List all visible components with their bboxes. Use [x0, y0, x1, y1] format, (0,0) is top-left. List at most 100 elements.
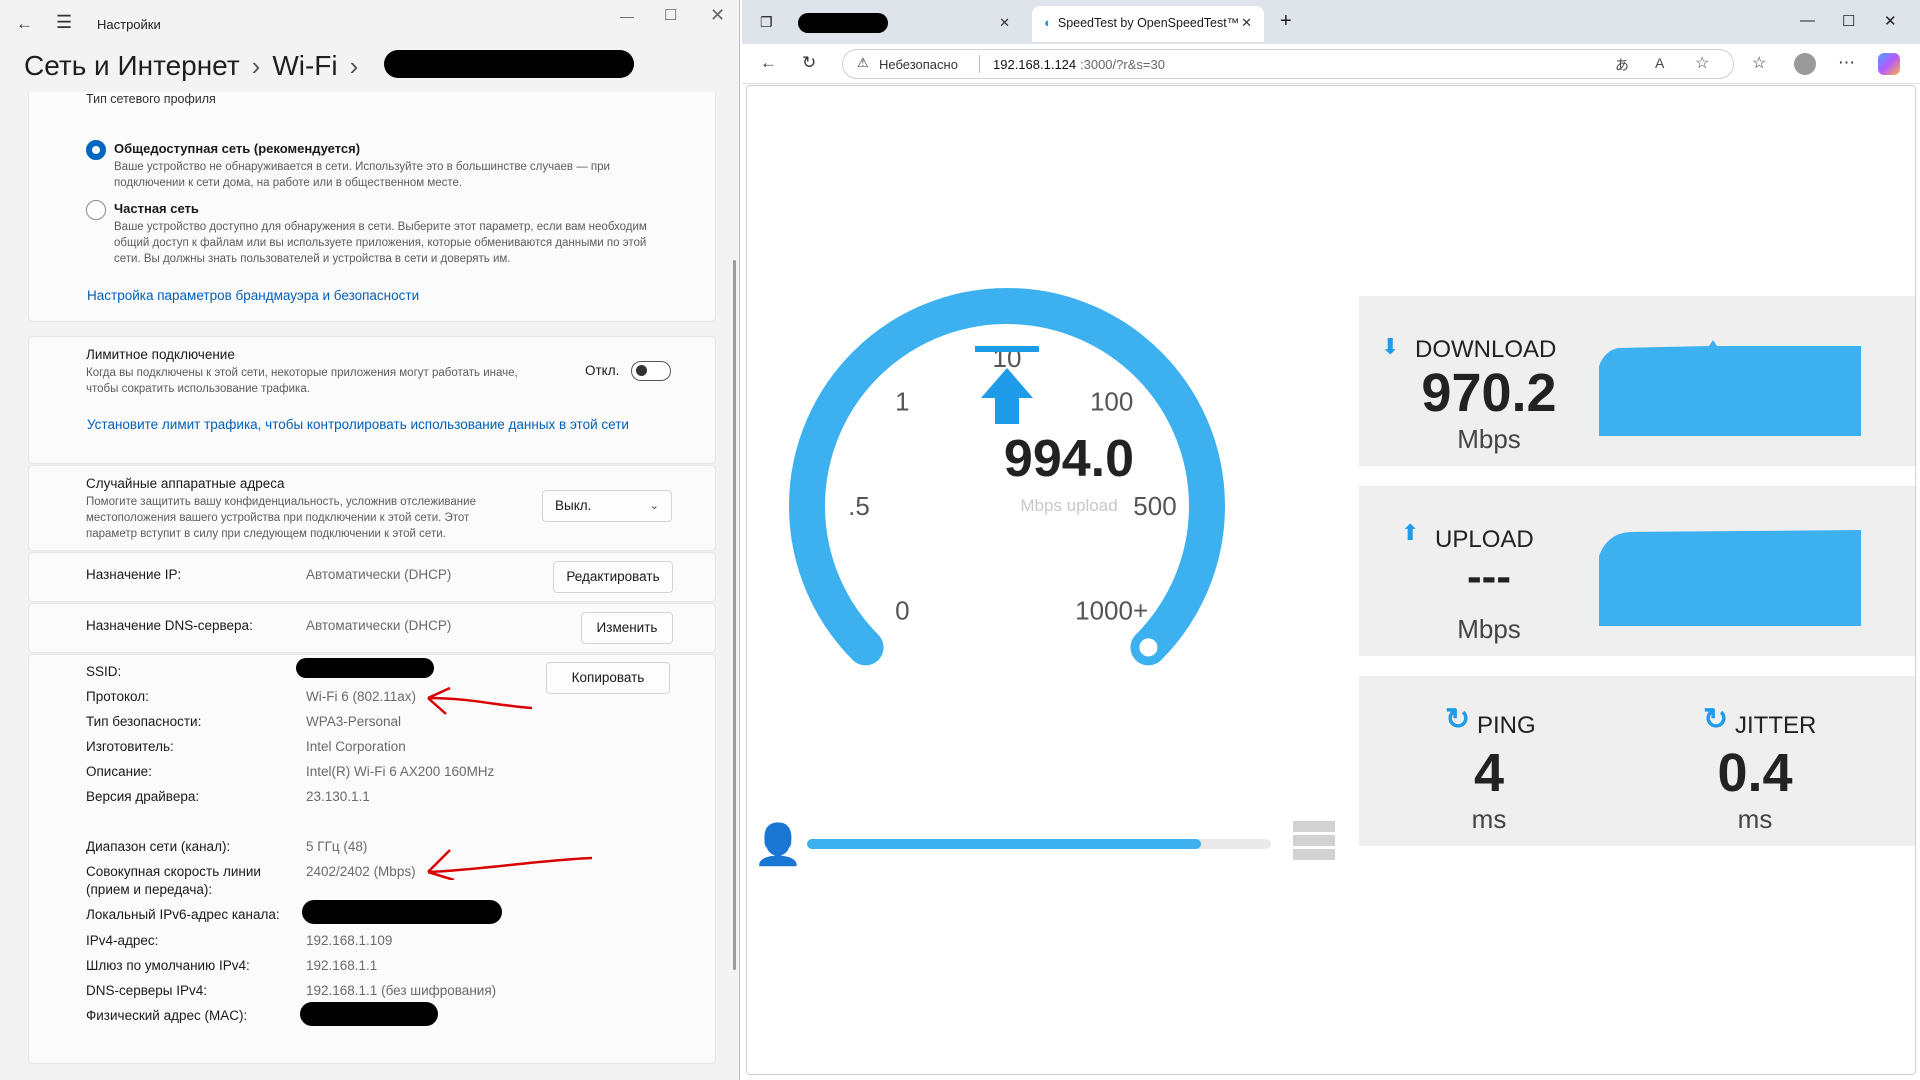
- random-mac-desc: Помогите защитить вашу конфиденциальност…: [86, 496, 476, 508]
- random-mac-desc: местоположения вашего устройства при под…: [86, 512, 470, 524]
- tab-actions-icon[interactable]: ❐: [760, 14, 773, 31]
- link-speed-label: Совокупная скорость линии: [86, 864, 261, 879]
- random-mac-card: Случайные аппаратные адреса Помогите защ…: [28, 465, 716, 551]
- redacted-network-name: [384, 50, 634, 78]
- refresh-icon[interactable]: ↻: [802, 53, 816, 73]
- metered-title: Лимитное подключение: [86, 347, 235, 362]
- more-menu-icon[interactable]: ⋯: [1838, 53, 1855, 73]
- ip-assignment-card: Назначение IP: Автоматически (DHCP) Реда…: [28, 552, 716, 602]
- read-aloud-icon[interactable]: A: [1655, 55, 1664, 71]
- public-network-label: Общедоступная сеть (рекомендуется): [114, 141, 361, 156]
- public-network-desc: Ваше устройство не обнаруживается в сети…: [114, 161, 610, 173]
- ping-unit: ms: [1471, 804, 1507, 834]
- private-network-desc: Ваше устройство доступно для обнаружения…: [114, 221, 647, 233]
- breadcrumb-root[interactable]: Сеть и Интернет: [24, 50, 240, 81]
- hamburger-menu-icon[interactable]: ☰: [56, 12, 72, 33]
- protocol-value: Wi-Fi 6 (802.11ax): [306, 689, 417, 704]
- upload-value: ---: [1467, 552, 1511, 601]
- annotation-arrow-icon: [427, 686, 533, 715]
- band-value: 5 ГГц (48): [306, 839, 368, 854]
- breadcrumb-page[interactable]: Wi-Fi: [272, 50, 337, 81]
- close-tab-icon[interactable]: ✕: [1241, 6, 1252, 40]
- ip-assignment-label: Назначение IP:: [86, 567, 182, 582]
- client-user-icon: 👤: [753, 823, 803, 867]
- server-icon: [1293, 821, 1335, 861]
- band-label: Диапазон сети (канал):: [86, 839, 231, 854]
- redacted-ssid: [296, 658, 434, 678]
- private-network-radio[interactable]: [86, 200, 106, 220]
- minimize-icon[interactable]: —: [620, 8, 634, 24]
- ipv4-label: IPv4-адрес:: [86, 933, 159, 948]
- gauge-needle-knob: [1133, 632, 1164, 663]
- copilot-icon[interactable]: [1878, 53, 1900, 75]
- test-progress-fill: [807, 839, 1202, 849]
- dns-servers-label: DNS-серверы IPv4:: [86, 983, 208, 998]
- security-label: Тип безопасности:: [86, 714, 202, 729]
- jitter-value: 0.4: [1717, 743, 1793, 803]
- random-mac-select[interactable]: Выкл. ⌄: [542, 490, 672, 522]
- maximize-icon[interactable]: ☐: [1842, 12, 1855, 30]
- upload-unit: Mbps: [1457, 614, 1521, 644]
- link-speed-value: 2402/2402 (Mbps): [306, 864, 416, 879]
- favorite-star-icon[interactable]: ☆: [1695, 53, 1709, 73]
- gateway-label: Шлюз по умолчанию IPv4:: [86, 958, 250, 973]
- breadcrumb: Сеть и Интернет › Wi-Fi ›: [24, 50, 370, 82]
- breadcrumb-separator: ›: [349, 51, 359, 81]
- ssid-label: SSID:: [86, 664, 122, 679]
- gauge-tick-label: 0: [895, 596, 909, 626]
- metered-toggle[interactable]: [631, 361, 671, 381]
- copy-properties-button[interactable]: Копировать: [546, 662, 670, 694]
- close-tab-icon[interactable]: ✕: [999, 6, 1010, 40]
- test-progress-track: [807, 839, 1271, 849]
- maximize-icon[interactable]: ☐: [664, 6, 677, 24]
- speedtest-page: 0.5 1 10 100 500 1000+ 994.0 Mbps upload 👤 ⬇ …: [746, 85, 1916, 1075]
- data-limit-link[interactable]: Установите лимит трафика, чтобы контроли…: [87, 417, 629, 432]
- gauge-tick-label: 1000+: [1075, 596, 1148, 626]
- settings-titlebar: ← ☰ Настройки — ☐ ✕: [0, 0, 740, 48]
- address-bar: ← ↻ ⚠ Небезопасно 192.168.1.124 :3000/?r…: [742, 44, 1920, 84]
- edit-ip-button[interactable]: Редактировать: [553, 561, 673, 593]
- metered-desc: Когда вы подключены к этой сети, некотор…: [86, 367, 518, 379]
- minimize-icon[interactable]: —: [1800, 12, 1815, 29]
- url-field[interactable]: ⚠ Небезопасно 192.168.1.124 :3000/?r&s=3…: [842, 49, 1734, 79]
- private-network-desc: сети. Вы должны знать пользователей и ус…: [114, 253, 511, 265]
- profile-avatar[interactable]: [1794, 53, 1816, 75]
- ping-refresh-icon: ↻: [1445, 703, 1471, 736]
- tab-other[interactable]: ✕: [790, 6, 1022, 42]
- security-status[interactable]: Небезопасно: [879, 57, 958, 72]
- upload-label: UPLOAD: [1435, 526, 1534, 553]
- random-mac-desc: параметр вступит в силу при следующем по…: [86, 528, 446, 540]
- edit-dns-button[interactable]: Изменить: [581, 612, 673, 644]
- tab-speedtest[interactable]: ◐ SpeedTest by OpenSpeedTest™ ✕: [1032, 6, 1264, 42]
- firewall-settings-link[interactable]: Настройка параметров брандмауэра и безоп…: [87, 288, 419, 303]
- gauge-tick-label: 1: [895, 386, 909, 416]
- gauge-tick-label: 100: [1090, 386, 1133, 416]
- random-mac-select-value: Выкл.: [555, 498, 592, 513]
- redacted-ipv6: [302, 900, 502, 924]
- close-icon[interactable]: ✕: [1884, 12, 1897, 30]
- upload-graph: [1599, 530, 1861, 626]
- speedtest-favicon-icon: ◐: [1044, 15, 1052, 30]
- gauge-arrow-bar: [975, 346, 1039, 352]
- vendor-label: Изготовитель:: [86, 739, 174, 754]
- download-arrow-icon: ⬇: [1381, 334, 1400, 359]
- annotation-arrow-icon: [427, 849, 593, 880]
- back-arrow-icon[interactable]: ←: [16, 14, 33, 34]
- browser-window: ❐ ✕ ◐ SpeedTest by OpenSpeedTest™ ✕ + — ☐…: [742, 0, 1920, 1080]
- private-network-label: Частная сеть: [114, 201, 199, 216]
- favorites-icon[interactable]: ☆: [1752, 53, 1766, 73]
- public-network-radio[interactable]: [86, 140, 106, 160]
- gateway-value: 192.168.1.1: [306, 958, 378, 973]
- settings-window: ← ☰ Настройки — ☐ ✕ Сеть и Интернет › Wi-F…: [0, 0, 740, 1080]
- warning-icon: ⚠: [857, 55, 869, 70]
- translate-icon[interactable]: あ: [1615, 55, 1629, 75]
- back-arrow-icon[interactable]: ←: [760, 53, 777, 73]
- dns-assignment-card: Назначение DNS-сервера: Автоматически (D…: [28, 603, 716, 653]
- scrollbar[interactable]: [733, 260, 736, 970]
- metered-state: Откл.: [585, 363, 620, 378]
- jitter-unit: ms: [1737, 804, 1773, 834]
- new-tab-icon[interactable]: +: [1280, 10, 1292, 33]
- driver-label: Версия драйвера:: [86, 789, 200, 804]
- download-unit: Mbps: [1457, 424, 1521, 454]
- close-icon[interactable]: ✕: [710, 5, 725, 26]
